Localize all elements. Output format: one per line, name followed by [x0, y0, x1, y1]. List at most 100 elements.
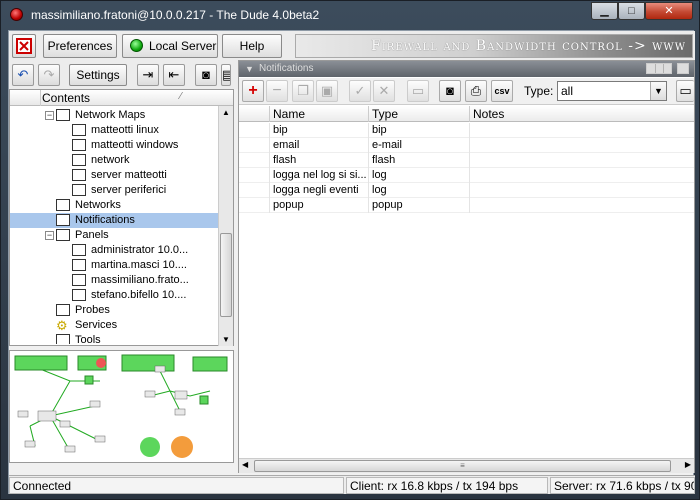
tree-item[interactable]: administrator 10.0...: [10, 243, 218, 258]
tree-item[interactable]: server periferici: [10, 183, 218, 198]
table-row[interactable]: email e-mail: [239, 138, 694, 153]
undo-button[interactable]: ↶: [12, 64, 34, 86]
binoculars-icon: ◙: [446, 83, 454, 98]
settings-button[interactable]: Settings: [69, 64, 127, 86]
server-status-icon: [130, 39, 143, 52]
tree-item[interactable]: − Panels: [10, 228, 218, 243]
scroll-up-icon[interactable]: ▲: [222, 108, 230, 117]
column-header-name[interactable]: Name: [269, 106, 368, 122]
paste-icon: ▣: [320, 83, 334, 98]
column-header-notes[interactable]: Notes: [469, 106, 694, 122]
check-icon: ✓: [354, 83, 366, 98]
table-row[interactable]: logga negli eventi log: [239, 183, 694, 198]
help-button[interactable]: Help: [222, 34, 282, 58]
panel-title-bar[interactable]: ▼ Notifications: [239, 61, 694, 77]
redo-button[interactable]: ↷: [38, 64, 60, 86]
find-list-button[interactable]: ◙: [439, 80, 461, 102]
local-server-button[interactable]: Local Server: [122, 34, 218, 58]
table-icon: [72, 184, 86, 196]
table-horizontal-scrollbar[interactable]: ◀ ≡ ▶: [239, 458, 694, 473]
tree-item[interactable]: server matteotti: [10, 168, 218, 183]
find-button[interactable]: ◙: [195, 64, 217, 86]
tools-icon: ▤: [222, 67, 230, 82]
scroll-down-icon[interactable]: ▼: [222, 335, 230, 344]
tree-item[interactable]: Notifications: [10, 213, 218, 228]
list-toolbar: + − ❐ ▣ ✓ ✕ ▭ ◙ ⎙ csv Type: all ▼ ▭: [239, 78, 694, 105]
tree-item[interactable]: massimiliano.frato...: [10, 273, 218, 288]
export-button[interactable]: ⇤: [163, 64, 185, 86]
tree-item-label: Probes: [75, 304, 110, 316]
collapse-toggle-icon[interactable]: −: [45, 231, 54, 240]
disconnect-button[interactable]: [12, 34, 36, 58]
map-preview[interactable]: [9, 350, 234, 463]
print-button[interactable]: ⎙: [465, 80, 487, 102]
table-icon: [72, 154, 86, 166]
close-button[interactable]: ✕: [645, 2, 693, 20]
maximize-button[interactable]: □: [618, 2, 645, 20]
minus-icon: −: [272, 82, 282, 99]
tree-item[interactable]: Networks: [10, 198, 218, 213]
header-separator: [40, 90, 41, 106]
banner[interactable]: Firewall and Bandwidth control -> www: [295, 34, 693, 58]
add-button[interactable]: +: [242, 80, 264, 102]
collapse-toggle-icon[interactable]: −: [45, 111, 54, 120]
tree-scroll-thumb[interactable]: [220, 233, 232, 317]
chevron-down-icon[interactable]: ▼: [650, 82, 666, 100]
table-row[interactable]: bip bip: [239, 123, 694, 138]
table-scroll-thumb[interactable]: ≡: [254, 460, 671, 472]
contents-header[interactable]: Contents ⁄: [10, 90, 233, 106]
comment-button[interactable]: ▭: [407, 80, 429, 102]
tree-item[interactable]: Probes: [10, 303, 218, 318]
notifications-table: Name Type Notes bip bip email e-mail flash fl…: [239, 106, 694, 458]
layout-icon[interactable]: [646, 63, 672, 74]
table-row[interactable]: logga nel log si si... log: [239, 168, 694, 183]
more-tools-button[interactable]: ▤: [221, 64, 231, 86]
tree-item[interactable]: stefano.bifello 10....: [10, 288, 218, 303]
tree-item[interactable]: matteotti linux: [10, 123, 218, 138]
paste-button[interactable]: ▣: [316, 80, 338, 102]
type-filter-label: Type:: [524, 84, 554, 98]
enable-button[interactable]: ✓: [349, 80, 371, 102]
tree-item[interactable]: − Network Maps: [10, 108, 218, 123]
tree-item[interactable]: ⚙ Services: [10, 318, 218, 333]
table-row[interactable]: flash flash: [239, 153, 694, 168]
main-toolbar: Preferences Local Server Help Firewall a…: [9, 31, 695, 62]
cell-type: flash: [368, 153, 469, 168]
preferences-button[interactable]: Preferences: [43, 34, 117, 58]
table-icon: [72, 274, 86, 286]
remove-button[interactable]: −: [266, 80, 288, 102]
panel-extra-button[interactable]: ▭: [676, 80, 694, 102]
tree-item[interactable]: Tools: [10, 333, 218, 344]
tree-item[interactable]: network: [10, 153, 218, 168]
tree-item-label: Panels: [75, 229, 109, 241]
column-header-type[interactable]: Type: [368, 106, 469, 122]
banner-text: Firewall and Bandwidth control -> www: [371, 38, 686, 54]
dude-app-icon[interactable]: [10, 8, 23, 21]
collapse-icon[interactable]: ▼: [245, 61, 254, 77]
plus-icon: +: [248, 82, 258, 99]
import-button[interactable]: ⇥: [137, 64, 159, 86]
cell-type: log: [368, 183, 469, 198]
tree-item-label: Services: [75, 319, 118, 331]
title-bar[interactable]: massimiliano.fratoni@10.0.0.217 - The Du…: [1, 1, 700, 29]
copy-button[interactable]: ❐: [292, 80, 314, 102]
tree-item[interactable]: martina.masci 10....: [10, 258, 218, 273]
disable-button[interactable]: ✕: [373, 80, 395, 102]
panel-close-icon[interactable]: [677, 63, 689, 74]
table-icon: [72, 244, 86, 256]
tree-item[interactable]: matteotti windows: [10, 138, 218, 153]
table-row[interactable]: popup popup: [239, 198, 694, 213]
minimize-button[interactable]: ▁: [591, 2, 618, 20]
tree-item-label: server matteotti: [91, 169, 167, 181]
cell-type: popup: [368, 198, 469, 213]
scroll-left-icon[interactable]: ◀: [242, 460, 248, 469]
tree-item-label: massimiliano.frato...: [91, 274, 189, 286]
cell-notes: [469, 183, 694, 198]
tree-scrollbar[interactable]: ▲ ▼: [218, 106, 233, 346]
csv-export-button[interactable]: csv: [491, 80, 513, 102]
scroll-right-icon[interactable]: ▶: [685, 460, 691, 469]
table-icon: [56, 334, 70, 344]
window-title: massimiliano.fratoni@10.0.0.217 - The Du…: [31, 8, 320, 22]
table-header: Name Type Notes: [239, 106, 694, 122]
type-filter-select[interactable]: all ▼: [557, 81, 667, 101]
